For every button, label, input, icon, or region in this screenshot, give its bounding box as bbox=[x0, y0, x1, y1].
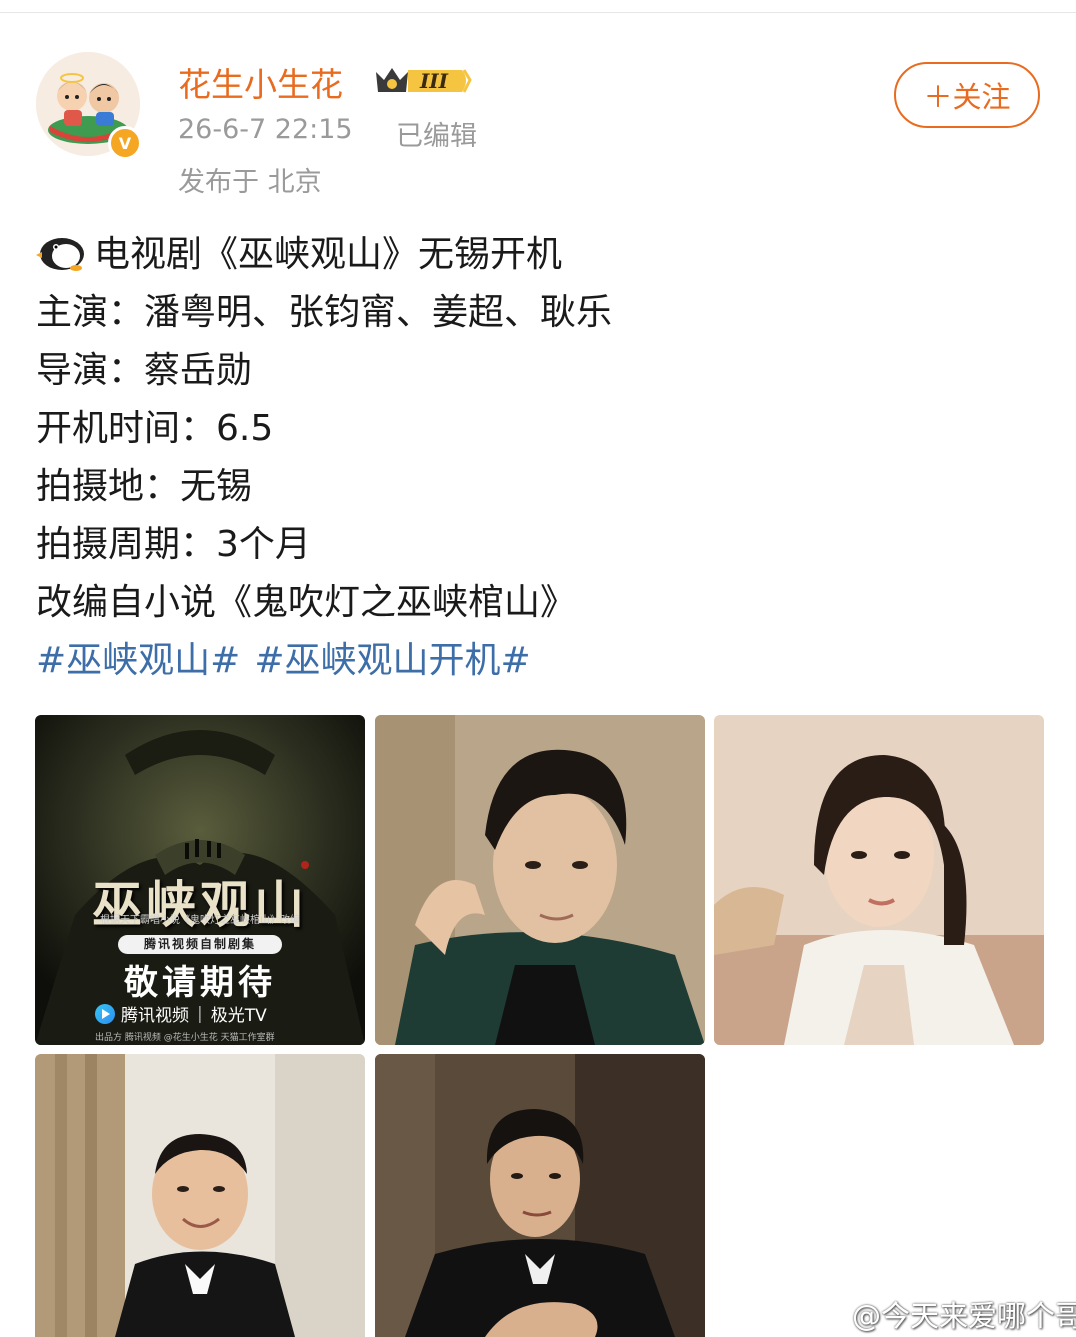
hashtag-link[interactable]: #巫峡观山开机# bbox=[254, 640, 530, 681]
top-divider bbox=[0, 12, 1076, 13]
tencent-video-icon bbox=[95, 1003, 115, 1024]
watermark-text: @今天来爱哪个哥哥 bbox=[852, 1299, 1076, 1333]
username[interactable]: 花生小生花 bbox=[178, 58, 343, 106]
post-time: 26-6-7 22:15 bbox=[178, 114, 353, 145]
poster-platforms: 腾讯视频 | 极光TV bbox=[95, 1001, 267, 1026]
platform-separator: | bbox=[197, 1003, 203, 1024]
hashtag-link[interactable]: #巫峡观山# bbox=[36, 640, 240, 681]
photo-actor-4[interactable] bbox=[375, 1054, 705, 1337]
post-line: 导演：蔡岳勋 bbox=[36, 350, 253, 391]
post-line: 拍摄周期：3个月 bbox=[36, 524, 311, 565]
photo-actor-1[interactable] bbox=[375, 715, 705, 1045]
photo-actor-3[interactable] bbox=[35, 1054, 365, 1337]
poster-slogan: 敬请期待 bbox=[124, 963, 276, 1003]
post-location: 发布于 北京 bbox=[178, 167, 322, 198]
post-line: 主演：潘粤明、张钧甯、姜超、耿乐 bbox=[36, 292, 613, 333]
photo-actor-2[interactable] bbox=[714, 715, 1044, 1045]
penguin-emoji-icon bbox=[36, 232, 88, 272]
poster-subtitle: 根据天下霸唱小说《鬼吹灯之巫峡棺山》改编 bbox=[100, 915, 300, 926]
post-line-text: 电视剧《巫峡观山》无锡开机 bbox=[94, 234, 563, 275]
follow-button[interactable]: ＋关注 bbox=[894, 62, 1040, 128]
post-line: 改编自小说《鬼吹灯之巫峡棺山》 bbox=[36, 582, 577, 623]
post-line: 开机时间：6.5 bbox=[36, 408, 274, 449]
poster-title: 巫峡观山 bbox=[92, 875, 308, 934]
platform-name: 腾讯视频 bbox=[121, 1006, 189, 1026]
edited-label[interactable]: 已编辑 bbox=[396, 114, 477, 153]
poster-pill: 腾讯视频自制剧集 bbox=[118, 935, 282, 954]
post-line: 电视剧《巫峡观山》无锡开机 bbox=[36, 226, 1036, 284]
watermark: @今天来爱哪个哥哥 bbox=[814, 1293, 1076, 1335]
post-content: 电视剧《巫峡观山》无锡开机 主演：潘粤明、张钧甯、姜超、耿乐 导演：蔡岳勋 开机… bbox=[36, 226, 1036, 690]
vip-level-text: III bbox=[419, 69, 449, 93]
hashtag-row: #巫峡观山# #巫峡观山开机# bbox=[36, 632, 1036, 690]
platform-name: 极光TV bbox=[210, 1006, 267, 1026]
poster-footer: 出品方 腾讯视频 @花生小生花 天猫工作室群 bbox=[95, 1033, 275, 1043]
post-line: 拍摄地：无锡 bbox=[36, 466, 253, 507]
poster-image[interactable]: 巫峡观山 根据天下霸唱小说《鬼吹灯之巫峡棺山》改编 腾讯视频自制剧集 敬请期待 … bbox=[35, 715, 365, 1045]
verified-v-icon: V bbox=[108, 126, 142, 160]
vip-crown-badge-icon[interactable]: III bbox=[372, 62, 472, 98]
weibo-logo-icon bbox=[814, 1300, 848, 1328]
